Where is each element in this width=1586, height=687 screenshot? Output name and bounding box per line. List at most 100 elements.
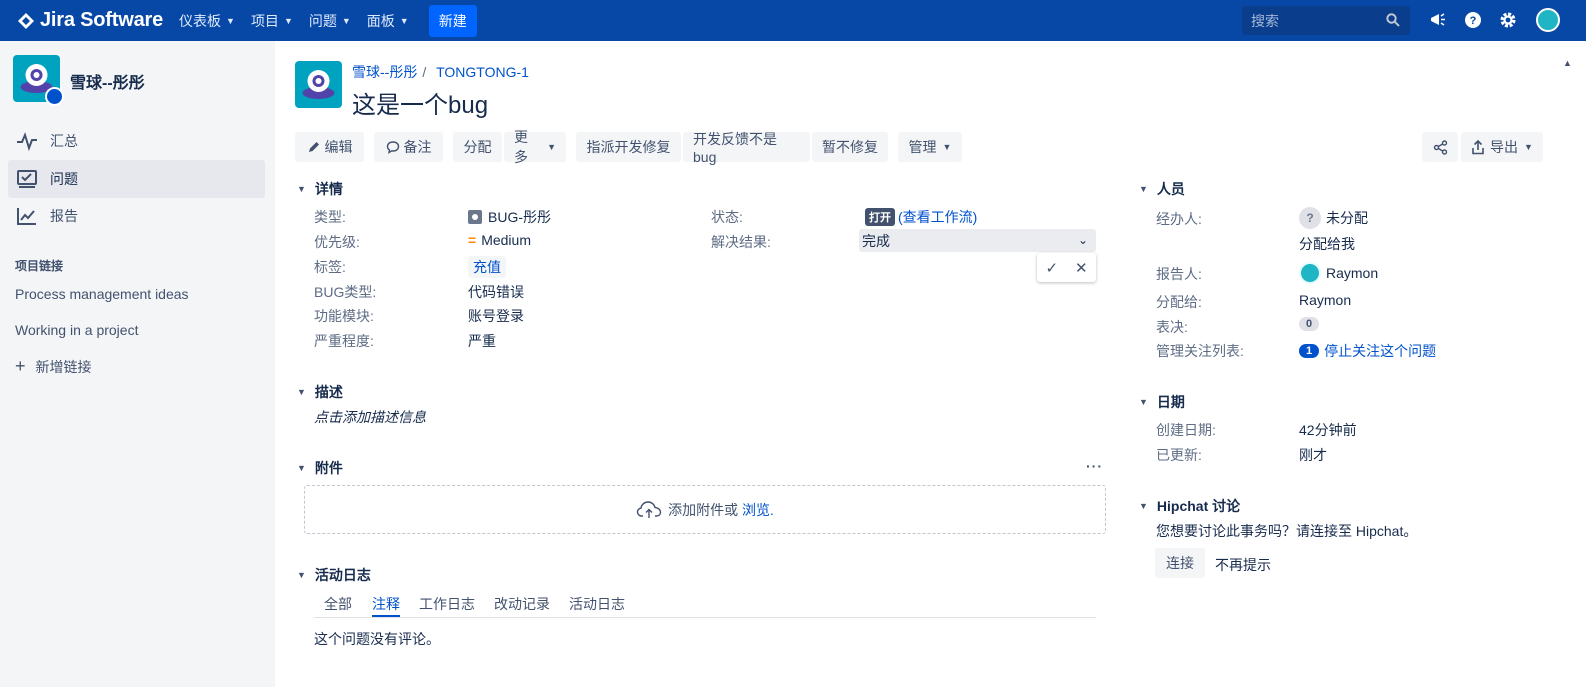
assign-button[interactable]: 分配 — [453, 132, 502, 162]
details-section-title: 详情 — [314, 181, 343, 197]
breadcrumb-separator: / — [422, 64, 427, 80]
bug-type-value[interactable]: 代码错误 — [468, 282, 524, 302]
sidebar-item-label: 问题 — [50, 171, 78, 187]
type-value[interactable]: BUG-彤彤 — [468, 207, 551, 227]
nav-boards[interactable]: 面板 ▼ — [367, 11, 409, 31]
people-section-toggle[interactable]: ▼ 人员 — [1139, 179, 1185, 199]
module-value[interactable]: 账号登录 — [468, 306, 524, 326]
description-placeholder[interactable]: 点击添加描述信息 — [314, 407, 426, 427]
breadcrumb-issue-key-link[interactable]: TONGTONG-1 — [436, 64, 529, 80]
search-placeholder: 搜索 — [1251, 12, 1279, 29]
attachments-section-toggle[interactable]: ▼ 附件 — [297, 458, 343, 478]
tab-all[interactable]: 全部 — [324, 594, 352, 614]
dismiss-link[interactable]: 不再提示 — [1215, 555, 1271, 575]
view-workflow-link[interactable]: (查看工作流) — [898, 207, 977, 227]
nav-projects[interactable]: 项目 ▼ — [251, 11, 293, 31]
votes-value[interactable]: 0 — [1299, 317, 1320, 331]
wont-fix-button[interactable]: 暂不修复 — [812, 132, 888, 162]
watchers-count-badge[interactable]: 1 — [1299, 344, 1320, 358]
resolution-select[interactable]: 完成 ⌄ — [859, 229, 1096, 252]
severity-value[interactable]: 严重 — [468, 331, 496, 351]
nav-issues[interactable]: 问题 ▼ — [309, 11, 351, 31]
issue-project-avatar — [295, 61, 342, 108]
dates-section-toggle[interactable]: ▼ 日期 — [1139, 392, 1185, 412]
issue-type-icon — [468, 210, 482, 224]
activity-section-toggle[interactable]: ▼ 活动日志 — [297, 565, 371, 585]
activity-section-title: 活动日志 — [314, 567, 371, 583]
priority-value[interactable]: = Medium — [468, 232, 531, 248]
stop-watching-link[interactable]: 停止关注这个问题 — [1324, 341, 1436, 361]
chevron-down-icon: ▼ — [283, 15, 293, 26]
add-link-button[interactable]: + 新增链接 — [15, 356, 92, 377]
search-icon — [1386, 13, 1400, 27]
assigned-to-label: 分配给: — [1156, 294, 1202, 310]
jira-logo[interactable]: Jira Software — [18, 9, 163, 32]
project-link[interactable]: Process management ideas — [15, 286, 189, 302]
software-project-badge-icon — [45, 87, 64, 106]
create-button[interactable]: 新建 — [428, 4, 477, 37]
unassigned-avatar-icon: ? — [1299, 207, 1321, 229]
share-icon — [1433, 139, 1447, 155]
export-button[interactable]: 导出 ▼ — [1461, 132, 1543, 162]
user-avatar[interactable] — [1536, 8, 1560, 32]
browse-link[interactable]: 浏览. — [742, 500, 774, 520]
assignee-value[interactable]: ? 未分配 — [1299, 207, 1368, 229]
nav-dashboards-label: 仪表板 — [179, 12, 222, 29]
sidebar-item-reports[interactable]: 报告 — [8, 197, 265, 235]
sidebar-item-summary[interactable]: 汇总 — [8, 122, 265, 160]
dev-feedback-not-bug-button[interactable]: 开发反馈不是bug — [683, 131, 810, 165]
inline-edit-actions: ✓ ✕ — [1037, 253, 1096, 282]
share-button[interactable] — [1422, 132, 1458, 162]
sidebar-item-issues[interactable]: 问题 — [8, 160, 265, 198]
top-navigation: Jira Software 仪表板 ▼ 项目 ▼ 问题 ▼ 面板 ▼ 新建 搜索 ? — [0, 0, 1586, 41]
breadcrumb-project-link[interactable]: 雪球--彤彤 — [352, 64, 417, 80]
assigned-to-value: Raymon — [1299, 292, 1352, 308]
cloud-upload-icon — [636, 500, 662, 518]
assign-to-me-link[interactable]: 分配给我 — [1299, 234, 1355, 254]
votes-count-badge: 0 — [1299, 317, 1320, 331]
search-input[interactable]: 搜索 — [1242, 6, 1410, 35]
confirm-check-icon[interactable]: ✓ — [1045, 259, 1058, 277]
description-section-toggle[interactable]: ▼ 描述 — [297, 382, 343, 402]
scroll-up-icon[interactable]: ▲ — [1563, 58, 1572, 68]
assign-dev-fix-button[interactable]: 指派开发修复 — [576, 132, 681, 162]
brand-name: Jira Software — [40, 9, 164, 31]
dates-section-title: 日期 — [1156, 394, 1185, 410]
chevron-down-icon: ▼ — [942, 142, 952, 152]
sidebar-item-label: 报告 — [50, 208, 78, 224]
project-name[interactable]: 雪球--彤彤 — [70, 69, 145, 93]
add-link-label: 新增链接 — [35, 358, 92, 375]
tab-history[interactable]: 改动记录 — [494, 594, 550, 614]
comment-button[interactable]: 备注 — [374, 132, 443, 162]
tab-activity[interactable]: 活动日志 — [569, 594, 625, 614]
hipchat-section-toggle[interactable]: ▼ Hipchat 讨论 — [1139, 496, 1240, 516]
tags-value[interactable]: 充值 — [468, 256, 506, 278]
chart-icon — [17, 208, 36, 225]
cancel-close-icon[interactable]: ✕ — [1075, 259, 1088, 277]
dropzone-text: 添加附件或 — [668, 501, 739, 518]
tab-work-log[interactable]: 工作日志 — [419, 594, 475, 614]
nav-dashboards[interactable]: 仪表板 ▼ — [179, 11, 235, 31]
issues-icon — [17, 170, 37, 188]
megaphone-icon[interactable] — [1429, 11, 1447, 29]
more-button[interactable]: 更多 ▼ — [504, 129, 566, 165]
issue-title[interactable]: 这是一个bug — [352, 85, 488, 120]
status-lozenge: 打开 — [865, 208, 895, 226]
connect-button[interactable]: 连接 — [1155, 548, 1205, 578]
tag-chip[interactable]: 充值 — [468, 256, 506, 278]
breadcrumb: 雪球--彤彤 / TONGTONG-1 — [352, 62, 529, 82]
gear-icon[interactable] — [1499, 11, 1517, 29]
tab-comments[interactable]: 注释 — [372, 594, 400, 617]
activity-icon — [17, 132, 37, 152]
attachments-more-icon[interactable]: ··· — [1086, 458, 1103, 474]
chevron-down-icon: ▼ — [297, 570, 306, 580]
project-link[interactable]: Working in a project — [15, 322, 138, 338]
manage-button[interactable]: 管理 ▼ — [898, 132, 962, 162]
attachments-section-title: 附件 — [314, 460, 343, 476]
attachment-dropzone[interactable]: 添加附件或 浏览. — [304, 485, 1106, 534]
chevron-down-icon: ▼ — [1139, 397, 1148, 407]
details-section-toggle[interactable]: ▼ 详情 — [297, 179, 343, 199]
reporter-value[interactable]: Raymon — [1299, 262, 1378, 284]
edit-button[interactable]: 编辑 — [295, 132, 364, 162]
help-icon[interactable]: ? — [1464, 11, 1482, 29]
